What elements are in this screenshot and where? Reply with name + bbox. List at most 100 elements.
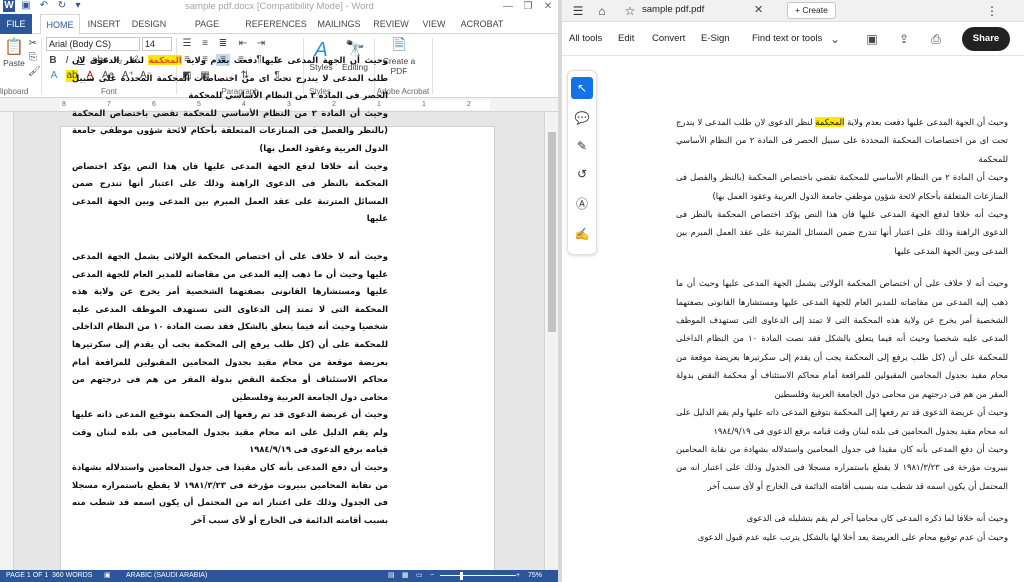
tab-review[interactable]: REVIEW xyxy=(370,14,412,34)
paragraph: وحيث أن دفع المدعى بأنه كان مقيدا فى جدو… xyxy=(72,462,388,525)
restore-icon[interactable]: ❐ xyxy=(518,0,538,14)
upload-icon[interactable]: ⇪ xyxy=(896,31,912,47)
highlighted-word: المحكمة xyxy=(815,117,845,127)
kebab-menu-icon[interactable]: ⋮ xyxy=(984,3,1000,19)
home-icon[interactable]: ⌂ xyxy=(594,3,610,19)
read-mode-icon[interactable]: ▤ xyxy=(388,570,395,582)
clipboard-group-label: lipboard xyxy=(0,87,29,96)
undo-icon[interactable]: ↶ xyxy=(38,0,50,12)
acrobat-tab-bar: ☰ ⌂ ☆ sample pdf.pdf ✕ + Create ⋮ xyxy=(562,0,1024,22)
cut-icon[interactable]: ✂ xyxy=(28,38,38,50)
convert-button[interactable]: Convert xyxy=(652,33,685,44)
word-logo-icon: W xyxy=(3,0,15,12)
find-text-button[interactable]: Find text or tools xyxy=(752,33,822,44)
paragraph: وحيث أن الجهة المدعى عليها دفعت بعدم ولا… xyxy=(676,117,1009,164)
decrease-indent-icon[interactable]: ⇤ xyxy=(236,38,250,50)
pdf-text[interactable]: وحيث أن الجهة المدعى عليها دفعت بعدم ولا… xyxy=(676,113,1008,546)
chevron-down-icon[interactable]: ⌄ xyxy=(827,31,843,47)
menu-icon[interactable]: ☰ xyxy=(570,3,586,19)
numbering-icon[interactable]: ≡ xyxy=(198,38,212,50)
paragraph: وحيث أن المادة ٢ من النظام الأساسي للمحك… xyxy=(72,107,388,153)
print-layout-icon[interactable]: ▦ xyxy=(402,570,409,582)
share-button[interactable]: Share xyxy=(962,27,1010,51)
paste-button[interactable]: 📋 Paste xyxy=(2,38,26,68)
signature-icon[interactable]: ✍ xyxy=(571,223,593,245)
zoom-slider[interactable] xyxy=(440,575,516,576)
tab-page-layout[interactable]: PAGE LAYOUT xyxy=(176,14,238,49)
window-title: sample pdf.docx [Compatibility Mode] - W… xyxy=(185,1,374,12)
tab-view[interactable]: VIEW xyxy=(418,14,450,34)
acrobat-window: ☰ ⌂ ☆ sample pdf.pdf ✕ + Create ⋮ All to… xyxy=(562,0,1024,582)
word-count[interactable]: 360 WORDS xyxy=(52,570,92,582)
tab-file[interactable]: FILE xyxy=(0,14,32,34)
vertical-ruler xyxy=(0,112,14,570)
tab-acrobat[interactable]: ACROBAT xyxy=(456,14,508,34)
create-button[interactable]: + Create xyxy=(787,2,836,19)
italic-icon[interactable]: I xyxy=(62,55,72,67)
esign-button[interactable]: E-Sign xyxy=(701,33,730,44)
page-count[interactable]: PAGE 1 OF 1 xyxy=(6,570,48,582)
proofing-icon[interactable]: ▣ xyxy=(104,570,111,582)
minimize-icon[interactable]: — xyxy=(498,0,518,14)
ribbon-separator xyxy=(41,38,42,94)
paragraph: وحيث أنه خلافا لدفع الجهة المدعى عليها ف… xyxy=(72,160,388,224)
paragraph: وحيث أن عريضة الدعوى قد تم رفعها إلى الم… xyxy=(676,407,1008,436)
bold-icon[interactable]: B xyxy=(48,55,58,67)
paragraph: وحيث أن دفع المدعى بأنه كان مقيدا فى جدو… xyxy=(676,443,1008,491)
redo-icon[interactable]: ↻ xyxy=(56,0,68,12)
freehand-icon[interactable]: ↺ xyxy=(571,163,593,185)
highlighted-word: المحكمة xyxy=(148,55,182,65)
close-window-icon[interactable]: ✕ xyxy=(538,0,558,14)
tab-mailings[interactable]: MAILINGS xyxy=(314,14,364,34)
scrollbar-thumb[interactable] xyxy=(548,132,556,332)
ruler-tick: 8 xyxy=(62,101,66,108)
paragraph: وحيث أنه لا خلاف على أن اختصاص المحكمة ا… xyxy=(72,250,388,402)
comment-icon[interactable]: 💬 xyxy=(571,107,593,129)
tab-references[interactable]: REFERENCES xyxy=(244,14,308,34)
print-icon[interactable]: ⎙ xyxy=(928,31,944,47)
paragraph: وحيث أن عدم توقيع محام على العريضة يعد أ… xyxy=(697,531,1008,542)
language[interactable]: ARABIC (SAUDI ARABIA) xyxy=(126,570,207,582)
copy-icon[interactable]: ⎘ xyxy=(28,52,38,64)
web-layout-icon[interactable]: ▭ xyxy=(416,570,423,582)
text-effects-icon[interactable]: A xyxy=(48,70,60,82)
zoom-out-icon[interactable]: − xyxy=(430,570,434,582)
paragraph: وحيث أنه خلافا لدفع الجهة المدعى عليها ف… xyxy=(676,209,1008,256)
edit-button[interactable]: Edit xyxy=(618,33,634,44)
customize-icon[interactable]: ▾ xyxy=(72,0,84,12)
zoom-level[interactable]: 75% xyxy=(528,570,542,582)
font-size-combo[interactable]: 14 xyxy=(142,37,172,51)
ribbon-tabs: FILE HOME INSERT DESIGN PAGE LAYOUT REFE… xyxy=(0,14,558,49)
increase-indent-icon[interactable]: ⇥ xyxy=(254,38,268,50)
select-cursor-icon[interactable]: ↖ xyxy=(571,77,593,99)
multilevel-list-icon[interactable]: ≣ xyxy=(216,38,230,50)
save-icon[interactable]: ▣ xyxy=(864,31,880,47)
ribbon-separator xyxy=(432,38,433,94)
format-painter-icon[interactable]: 🖌 xyxy=(28,66,41,78)
quick-access-toolbar: W ▣ ↶ ↻ ▾ sample pdf.docx [Compatibility… xyxy=(0,0,558,14)
bullets-icon[interactable]: ☰ xyxy=(180,38,194,50)
paragraph: وحيث أنه خلافا لما ذكره المدعى كان محامي… xyxy=(746,513,1008,524)
star-icon[interactable]: ☆ xyxy=(622,3,638,19)
tab-design[interactable]: DESIGN xyxy=(128,14,170,34)
close-tab-icon[interactable]: ✕ xyxy=(754,3,763,16)
save-icon[interactable]: ▣ xyxy=(20,0,32,12)
tab-home[interactable]: HOME xyxy=(40,14,80,35)
paste-label: Paste xyxy=(3,58,25,68)
annotation-toolbar: ↖ 💬 ✎ ↺ Ⓐ ✍ xyxy=(567,70,597,255)
document-tab[interactable]: sample pdf.pdf xyxy=(642,4,704,15)
document-text[interactable]: وحيث أن الجهة المدعى عليها دفعت بعدم ولا… xyxy=(72,52,388,529)
paragraph: وحيث أن الجهة المدعى عليها دفعت بعدم ولا… xyxy=(72,55,388,101)
clipboard-group: 📋 Paste ✂ ⎘ 🖌 lipboard xyxy=(0,34,41,98)
tab-insert[interactable]: INSERT xyxy=(84,14,124,34)
zoom-slider-thumb[interactable] xyxy=(460,572,463,580)
paragraph: وحيث أن المادة ٢ من النظام الأساسي للمحك… xyxy=(676,172,1008,201)
font-name-combo[interactable]: Arial (Body CS) xyxy=(46,37,140,51)
clipboard-icon: 📋 xyxy=(4,39,24,56)
all-tools-button[interactable]: All tools xyxy=(569,33,602,44)
vertical-scrollbar[interactable] xyxy=(544,112,558,570)
pen-icon[interactable]: ✎ xyxy=(571,135,593,157)
zoom-in-icon[interactable]: + xyxy=(516,570,520,582)
paragraph: وحيث أن عريضة الدعوى قد تم رفعها إلى الم… xyxy=(72,409,388,455)
text-box-icon[interactable]: Ⓐ xyxy=(571,193,593,215)
